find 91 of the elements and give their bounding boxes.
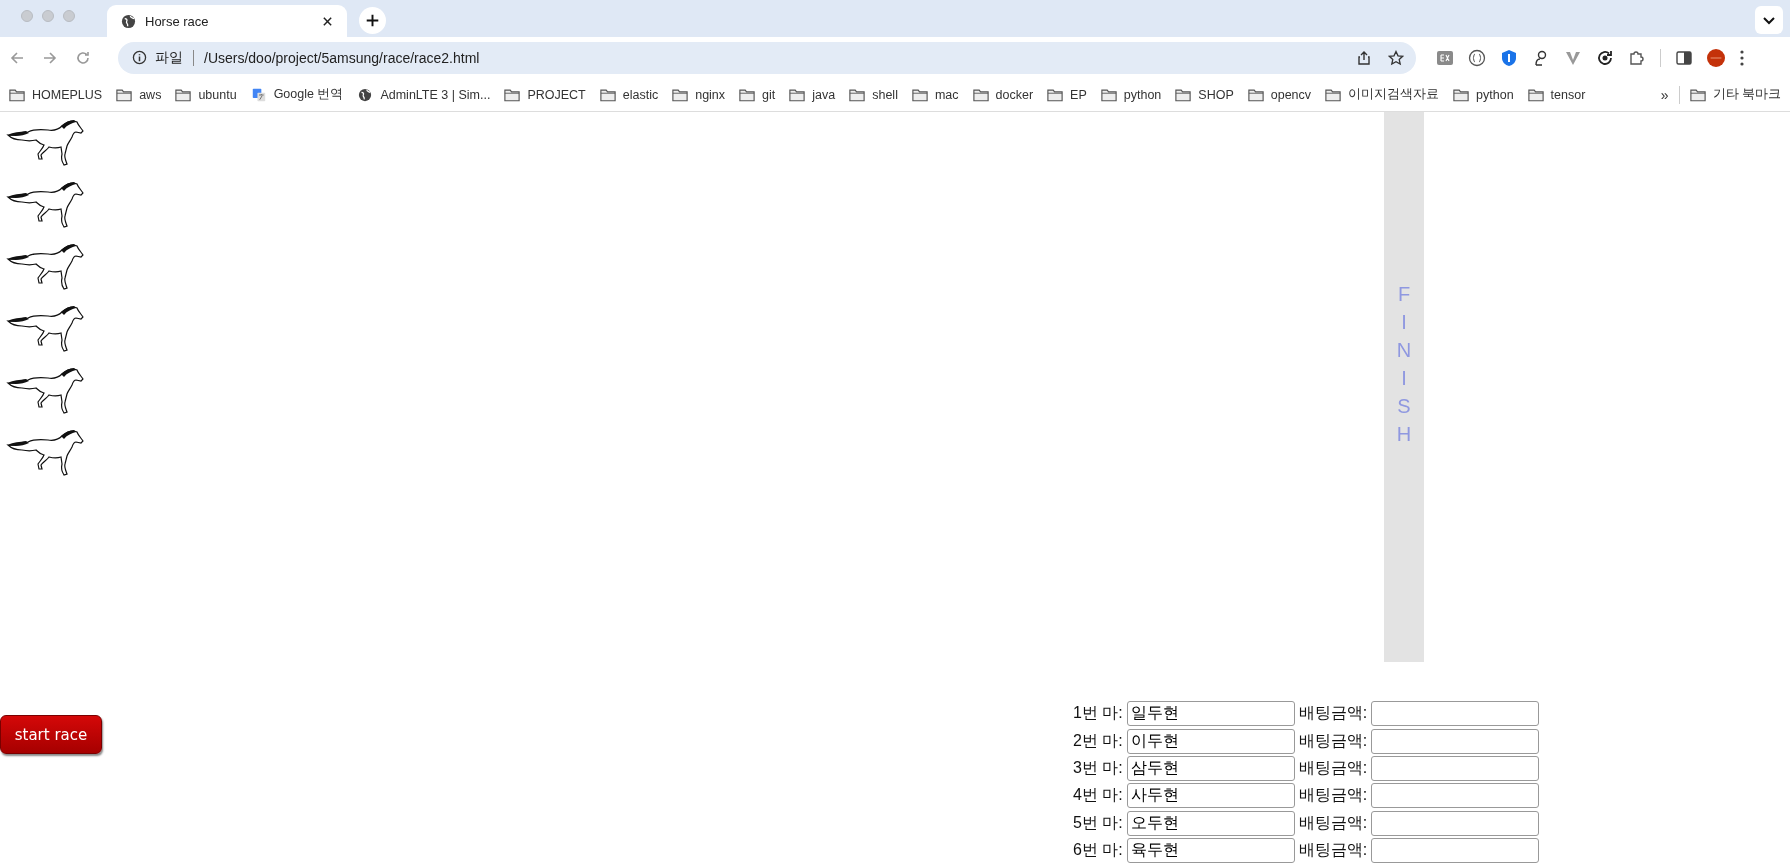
folder-icon [672, 87, 689, 102]
folder-icon [599, 87, 616, 102]
horse-name-field[interactable]: 육두현 [1126, 838, 1295, 864]
avatar-icon[interactable] [1707, 48, 1725, 67]
forward-arrow-icon[interactable] [42, 49, 58, 66]
horse-number-label: 3번 마: [1073, 757, 1123, 778]
bet-amount-label: 배팅금액: [1298, 840, 1368, 861]
horse-name-field[interactable]: 오두현 [1126, 810, 1295, 836]
puzzle-icon[interactable] [1628, 48, 1646, 67]
star-icon[interactable] [1388, 49, 1404, 66]
more-menu-icon[interactable] [1739, 48, 1745, 67]
chevron-down-icon[interactable] [1755, 6, 1783, 34]
start-race-button[interactable]: start race [0, 715, 102, 754]
new-tab-icon[interactable] [359, 7, 386, 34]
bookmark-item[interactable]: Google 번역 [250, 86, 344, 103]
sync-icon[interactable] [1596, 48, 1614, 67]
bet-amount-label: 배팅금액: [1298, 730, 1368, 751]
bet-amount-field[interactable] [1371, 701, 1540, 727]
bookmark-item[interactable]: mac [911, 86, 959, 103]
side-panel-icon[interactable] [1675, 48, 1693, 67]
folder-icon [1689, 87, 1706, 102]
bookmark-item[interactable]: EP [1047, 86, 1087, 103]
horse-name-field[interactable]: 사두현 [1126, 783, 1295, 809]
globe-icon [121, 13, 136, 29]
horse-number-label: 6번 마: [1073, 840, 1123, 861]
folder-icon [972, 87, 989, 102]
back-arrow-icon[interactable] [9, 49, 25, 66]
folder-icon [911, 87, 928, 102]
horse-number-label: 5번 마: [1073, 812, 1123, 833]
folder-icon [1175, 87, 1192, 102]
bookmark-item[interactable]: ubuntu [175, 86, 237, 103]
folder-icon [9, 87, 25, 102]
extension-icon[interactable] [1436, 48, 1454, 67]
bookmark-item[interactable]: docker [972, 86, 1034, 103]
folder-icon [739, 87, 756, 102]
bookmark-item[interactable]: 이미지검색자료 [1325, 86, 1440, 103]
braces-icon[interactable] [1468, 48, 1486, 67]
url-text: /Users/doo/project/5amsung/race/race2.html [204, 49, 480, 66]
bookmark-item[interactable]: java [789, 86, 836, 103]
bookmark-item[interactable]: HOMEPLUS [9, 86, 103, 103]
info-icon [132, 50, 147, 65]
horse-name-field[interactable]: 이두현 [1126, 728, 1295, 754]
folder-icon [504, 87, 521, 102]
folder-icon [1453, 87, 1470, 102]
finish-label: FINISH [1396, 282, 1412, 447]
bet-amount-label: 배팅금액: [1298, 703, 1368, 724]
folder-icon [1325, 87, 1342, 102]
folder-icon [1047, 87, 1064, 102]
folder-icon [1527, 87, 1544, 102]
bet-amount-field[interactable] [1371, 810, 1540, 836]
folder-icon [849, 87, 866, 102]
bookmark-item[interactable]: aws [116, 86, 162, 103]
bookmark-item[interactable]: tensor [1527, 86, 1586, 103]
bookmark-item[interactable]: shell [849, 86, 898, 103]
share-icon[interactable] [1356, 49, 1372, 66]
horse-number-label: 1번 마: [1073, 703, 1123, 724]
shield-icon[interactable] [1500, 48, 1518, 67]
browser-tab[interactable]: Horse race [107, 5, 347, 37]
bet-amount-field[interactable] [1371, 838, 1540, 864]
bet-amount-field[interactable] [1371, 783, 1540, 809]
bookmark-item[interactable]: elastic [599, 86, 659, 103]
other-bookmarks-item[interactable]: 기타 북마크 [1689, 86, 1781, 103]
bookmark-item[interactable]: python [1100, 86, 1162, 103]
bet-amount-field[interactable] [1371, 728, 1540, 754]
scheme-label: 파일 [155, 48, 183, 67]
horse-number-label: 4번 마: [1073, 785, 1123, 806]
folder-icon [175, 87, 192, 102]
horse-number-label: 2번 마: [1073, 730, 1123, 751]
bookmark-item[interactable]: AdminLTE 3 | Sim... [357, 86, 491, 103]
bet-amount-field[interactable] [1371, 755, 1540, 781]
bookmark-item[interactable]: opencv [1247, 86, 1312, 103]
folder-icon [1247, 87, 1264, 102]
bet-amount-label: 배팅금액: [1298, 785, 1368, 806]
bookmark-item[interactable]: nginx [672, 86, 726, 103]
horse-name-field[interactable]: 삼두현 [1126, 755, 1295, 781]
bet-amount-label: 배팅금액: [1298, 812, 1368, 833]
folder-icon [1100, 87, 1117, 102]
bookmarks-overflow[interactable]: » [1660, 86, 1669, 103]
address-bar[interactable]: 파일 /Users/doo/project/5amsung/race/race2.html [118, 41, 1416, 74]
folder-icon [116, 87, 133, 102]
translate-icon [250, 87, 267, 102]
close-icon[interactable] [322, 15, 333, 27]
bet-amount-label: 배팅금액: [1298, 757, 1368, 778]
horse-name-field[interactable]: 일두현 [1126, 701, 1295, 727]
bookmark-item[interactable]: SHOP [1175, 86, 1234, 103]
globe-icon [357, 87, 374, 102]
bookmark-item[interactable]: python [1453, 86, 1514, 103]
bookmark-item[interactable]: git [739, 86, 776, 103]
reload-icon[interactable] [75, 49, 91, 66]
folder-icon [789, 87, 806, 102]
bookmark-item[interactable]: PROJECT [504, 86, 586, 103]
